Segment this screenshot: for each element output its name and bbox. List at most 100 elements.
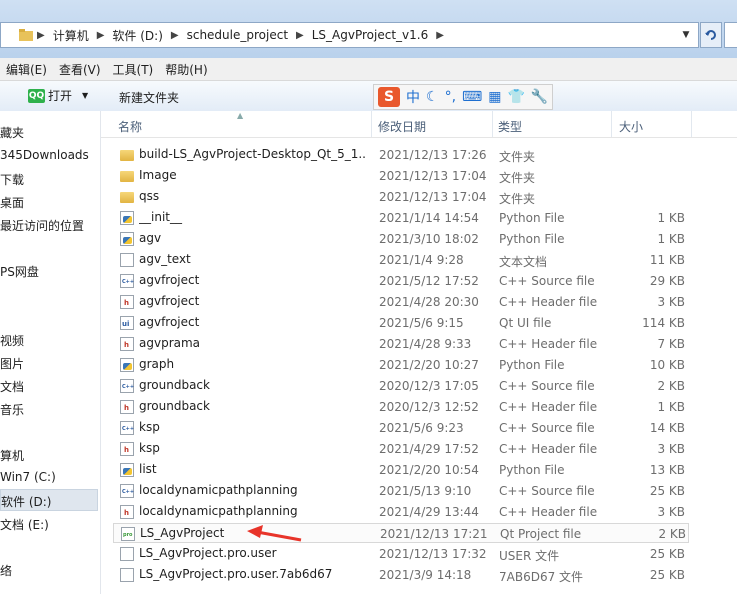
- menu-view[interactable]: 查看(V): [53, 61, 107, 78]
- file-size: 25 KB: [649, 568, 685, 582]
- nav-computer[interactable]: 算机: [0, 447, 24, 464]
- file-row[interactable]: ui agvfroject 2021/5/6 9:15 Qt UI file 114 K…: [113, 313, 689, 333]
- file-row[interactable]: C++ groundback 2020/12/3 17:05 C++ Source f…: [113, 376, 689, 396]
- refresh-button[interactable]: [700, 22, 722, 48]
- wrench-icon[interactable]: 🔧: [531, 89, 548, 105]
- column-divider[interactable]: [492, 111, 493, 137]
- qq-app-icon: QQ: [28, 88, 45, 103]
- moon-icon[interactable]: ☾: [426, 89, 439, 105]
- file-date: 2021/4/29 17:52: [379, 442, 479, 456]
- file-row[interactable]: h agvfroject 2021/4/28 20:30 C++ Header fil…: [113, 292, 689, 312]
- column-size[interactable]: 大小: [619, 118, 643, 135]
- punctuation-icon[interactable]: °,: [445, 89, 456, 105]
- grid-icon[interactable]: ▦: [488, 89, 501, 105]
- file-type: Python File: [499, 232, 565, 246]
- refresh-icon: [705, 30, 716, 40]
- file-name: build-LS_AgvProject-Desktop_Qt_5_1...: [139, 147, 367, 161]
- file-name: qss: [139, 189, 160, 203]
- breadcrumb-drive-d[interactable]: 软件 (D:): [108, 23, 166, 47]
- menu-help[interactable]: 帮助(H): [159, 61, 213, 78]
- skin-shirt-icon[interactable]: 👕: [507, 89, 524, 105]
- file-row[interactable]: list 2021/2/20 10:54 Python File 13 KB: [113, 460, 689, 480]
- file-row[interactable]: C++ localdynamicpathplanning 2021/5/13 9:1…: [113, 481, 689, 501]
- open-label: 打开: [48, 89, 73, 103]
- nav-downloads[interactable]: 下载: [0, 171, 24, 188]
- cpp-header-file-icon: h: [120, 505, 134, 519]
- file-row[interactable]: graph 2021/2/20 10:27 Python File 10 KB: [113, 355, 689, 375]
- file-type: C++ Header file: [499, 295, 598, 309]
- nav-music[interactable]: 音乐: [0, 401, 24, 418]
- breadcrumb-computer[interactable]: 计算机: [49, 23, 93, 47]
- file-row[interactable]: C++ agvfroject 2021/5/12 17:52 C++ Source f…: [113, 271, 689, 291]
- column-type[interactable]: 类型: [498, 118, 522, 135]
- chevron-right-icon[interactable]: ▶: [93, 30, 109, 41]
- menu-tools[interactable]: 工具(T): [107, 61, 160, 78]
- file-name: list: [139, 462, 157, 476]
- column-name[interactable]: 名称: [118, 118, 142, 135]
- file-name: agv_text: [139, 252, 191, 266]
- file-row[interactable]: h ksp 2021/4/29 17:52 C++ Header file 3 KB: [113, 439, 689, 459]
- keyboard-icon[interactable]: ⌨: [462, 89, 482, 105]
- file-date: 2021/4/28 20:30: [379, 295, 479, 309]
- address-history-dropdown-icon[interactable]: ▼: [678, 23, 694, 47]
- address-bar[interactable]: ▶ 计算机 ▶ 软件 (D:) ▶ schedule_project ▶ LS_…: [0, 22, 699, 48]
- file-type: C++ Header file: [499, 442, 598, 456]
- file-row[interactable]: LS_AgvProject.pro.user 2021/12/13 17:32 US…: [113, 544, 689, 564]
- search-input[interactable]: [724, 22, 737, 48]
- file-row[interactable]: h localdynamicpathplanning 2021/4/29 13:44…: [113, 502, 689, 522]
- breadcrumb-current-folder[interactable]: LS_AgvProject_v1.6: [308, 23, 432, 47]
- ime-toolbar[interactable]: S 中 ☾ °, ⌨ ▦ 👕 🔧: [373, 84, 554, 110]
- chevron-down-icon[interactable]: ▼: [82, 91, 88, 100]
- text-file-icon: [120, 253, 134, 267]
- nav-drive-e[interactable]: 文档 (E:): [0, 516, 49, 533]
- nav-favorites[interactable]: 藏夹: [0, 124, 24, 141]
- column-date[interactable]: 修改日期: [378, 118, 426, 135]
- file-row[interactable]: agv_text 2021/1/4 9:28 文本文档 11 KB: [113, 250, 689, 270]
- menu-bar: 编辑(E) 查看(V) 工具(T) 帮助(H): [0, 58, 737, 81]
- file-type: C++ Header file: [499, 337, 598, 351]
- file-row[interactable]: __init__ 2021/1/14 14:54 Python File 1 KB: [113, 208, 689, 228]
- file-row[interactable]: h agvprama 2021/4/28 9:33 C++ Header file 7 …: [113, 334, 689, 354]
- nav-recent-places[interactable]: 最近访问的位置: [0, 217, 84, 234]
- nav-videos[interactable]: 视频: [0, 332, 24, 349]
- ime-mode-chinese[interactable]: 中: [406, 87, 420, 107]
- open-button[interactable]: QQ 打开 ▼: [28, 87, 88, 104]
- file-type: C++ Header file: [499, 400, 598, 414]
- file-row[interactable]: LS_AgvProject.pro.user.7ab6d67 2021/3/9 1…: [113, 565, 689, 585]
- file-date: 2021/5/6 9:15: [379, 316, 464, 330]
- nav-desktop[interactable]: 桌面: [0, 194, 24, 211]
- chevron-right-icon[interactable]: ▶: [33, 30, 49, 41]
- file-row[interactable]: build-LS_AgvProject-Desktop_Qt_5_1... 202…: [113, 145, 689, 165]
- menu-edit[interactable]: 编辑(E): [0, 61, 53, 78]
- nav-pictures[interactable]: 图片: [0, 355, 24, 372]
- new-folder-button[interactable]: 新建文件夹: [119, 89, 179, 106]
- nav-downloads-2345[interactable]: 345Downloads: [0, 148, 89, 162]
- file-date: 2021/2/20 10:27: [379, 358, 479, 372]
- file-row[interactable]: C++ ksp 2021/5/6 9:23 C++ Source file 14 KB: [113, 418, 689, 438]
- file-size: 14 KB: [649, 421, 685, 435]
- nav-wps-cloud[interactable]: PS网盘: [0, 263, 39, 280]
- file-row[interactable]: qss 2021/12/13 17:04 文件夹: [113, 187, 689, 207]
- qt-project-file-icon: pro: [121, 527, 135, 541]
- file-row[interactable]: agv 2021/3/10 18:02 Python File 1 KB: [113, 229, 689, 249]
- breadcrumb-schedule-project[interactable]: schedule_project: [183, 23, 292, 47]
- python-file-icon: [120, 232, 134, 246]
- file-size: 2 KB: [658, 527, 686, 541]
- column-divider[interactable]: [691, 111, 692, 137]
- column-divider[interactable]: [611, 111, 612, 137]
- nav-drive-c[interactable]: Win7 (C:): [0, 470, 56, 484]
- file-row[interactable]: pro LS_AgvProject 2021/12/13 17:21 Qt Proje…: [113, 523, 689, 543]
- nav-network[interactable]: 络: [0, 562, 12, 579]
- file-row[interactable]: h groundback 2020/12/3 12:52 C++ Header fil…: [113, 397, 689, 417]
- column-divider[interactable]: [371, 111, 372, 137]
- nav-documents[interactable]: 文档: [0, 378, 24, 395]
- nav-drive-d[interactable]: 软件 (D:): [0, 489, 98, 511]
- file-date: 2020/12/3 17:05: [379, 379, 479, 393]
- chevron-right-icon[interactable]: ▶: [167, 30, 183, 41]
- file-row[interactable]: Image 2021/12/13 17:04 文件夹: [113, 166, 689, 186]
- file-size: 3 KB: [657, 295, 685, 309]
- chevron-right-icon[interactable]: ▶: [292, 30, 308, 41]
- chevron-right-icon[interactable]: ▶: [432, 30, 448, 41]
- file-size: 25 KB: [649, 484, 685, 498]
- file-type: 文件夹: [499, 192, 536, 206]
